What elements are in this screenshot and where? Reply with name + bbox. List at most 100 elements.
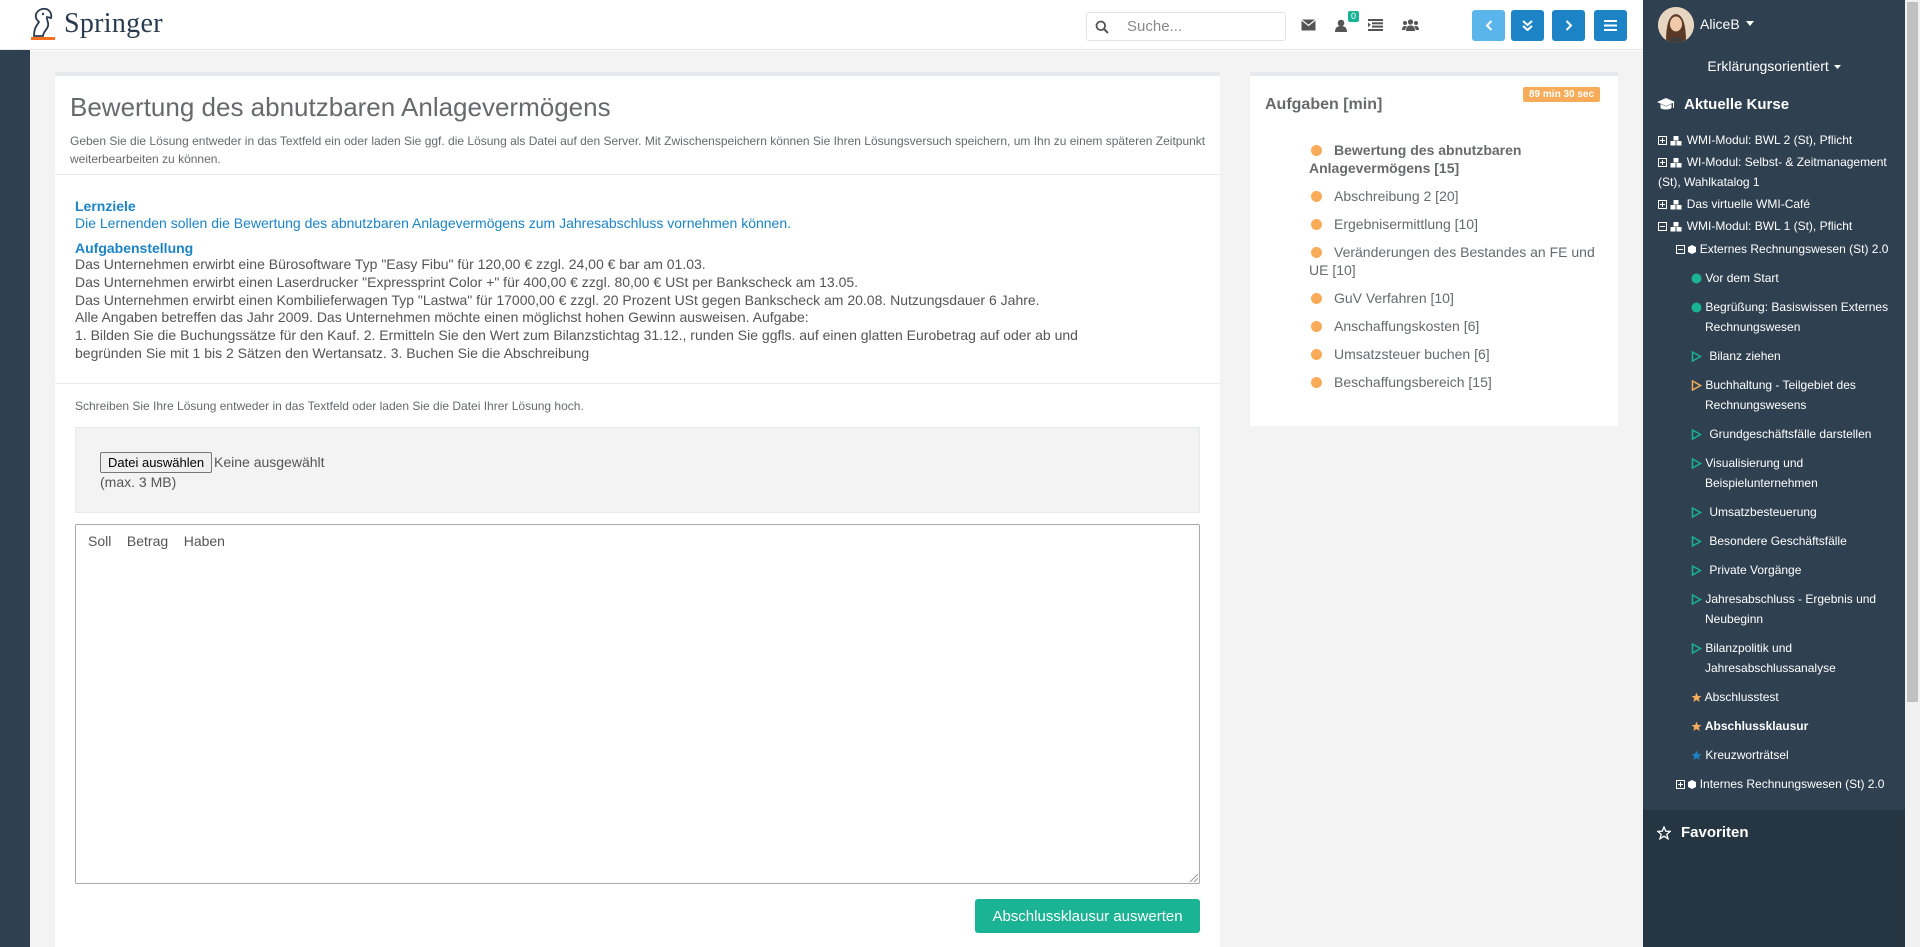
task-item[interactable]: Veränderungen des Bestandes an FE und UE… [1309, 243, 1599, 279]
current-courses-heading: Aktuelle Kurse [1657, 96, 1789, 113]
list-indent-icon[interactable] [1364, 15, 1386, 35]
menu-button[interactable] [1594, 10, 1627, 41]
lesson-label: Beispielunternehmen [1705, 476, 1818, 490]
choose-file-button[interactable]: Datei auswählen [100, 452, 213, 473]
top-header: Springer 0 [0, 0, 1643, 50]
lesson-besondere-geschaeftsfaelle[interactable]: Besondere Geschäftsfälle [1691, 531, 1847, 551]
lesson-label: Buchhaltung - Teilgebiet des [1705, 378, 1856, 392]
task-item[interactable]: Anschaffungskosten [6] [1309, 317, 1599, 335]
play-icon [1691, 380, 1702, 392]
task-item-label: Veränderungen des Bestandes an FE und UE… [1309, 244, 1595, 278]
chevron-left-icon [1485, 20, 1492, 31]
lesson-visualisierung[interactable]: Visualisierung und [1691, 453, 1803, 473]
task-item-label: Beschaffungsbereich [15] [1334, 374, 1492, 390]
play-icon [1691, 507, 1702, 519]
status-dot-icon [1311, 219, 1322, 230]
task-item[interactable]: Umsatzsteuer buchen [6] [1309, 345, 1599, 363]
cubes-icon [1670, 199, 1682, 210]
lesson-label: Besondere Geschäftsfälle [1709, 534, 1847, 548]
play-icon [1691, 458, 1702, 470]
task-item[interactable]: Beschaffungsbereich [15] [1309, 373, 1599, 391]
lesson-abschlusstest[interactable]: Abschlusstest [1691, 687, 1779, 707]
lesson-label: Kreuzworträtsel [1705, 748, 1789, 762]
lesson-abschlussklausur[interactable]: Abschlussklausur [1691, 716, 1808, 736]
search-input[interactable] [1127, 18, 1277, 35]
notifications-icon[interactable]: 0 [1331, 11, 1359, 35]
tree-label: WMI-Modul: BWL 2 (St), Pflicht [1686, 133, 1853, 147]
lesson-label: Visualisierung und [1705, 456, 1804, 470]
right-sidebar: AliceB Erklärungsorientiert Aktuelle Kur… [1643, 0, 1905, 947]
file-status: Keine ausgewählt [214, 454, 325, 470]
star-outline-icon [1657, 825, 1671, 840]
previous-button[interactable] [1472, 10, 1505, 41]
left-nav-strip [0, 50, 30, 947]
resize-grip-icon[interactable] [1188, 872, 1198, 882]
tree-course-bwl1[interactable]: WMI-Modul: BWL 1 (St), Pflicht [1658, 216, 1852, 236]
cubes-icon [1670, 221, 1682, 232]
lesson-label: Abschlusstest [1704, 690, 1779, 704]
lesson-label: Grundgeschäftsfälle darstellen [1709, 427, 1872, 441]
expand-plus-icon [1676, 780, 1685, 790]
tree-course-bwl2[interactable]: WMI-Modul: BWL 2 (St), Pflicht [1658, 130, 1852, 150]
star-icon [1691, 750, 1702, 761]
tree-module-externes-rw[interactable]: Externes Rechnungswesen (St) 2.0 [1676, 239, 1888, 259]
lesson-label: Rechnungswesen [1705, 320, 1801, 334]
tasks-title: Aufgaben [min] [1265, 96, 1383, 113]
lesson-begruessung[interactable]: Begrüßung: Basiswissen Externes [1691, 297, 1888, 317]
scrollbar-thumb[interactable] [1907, 2, 1918, 702]
tree-label: Internes Rechnungswesen (St) 2.0 [1699, 777, 1885, 791]
lesson-label: Vor dem Start [1705, 271, 1779, 285]
task-item-label: Umsatzsteuer buchen [6] [1334, 346, 1490, 362]
user-menu[interactable]: AliceB [1643, 0, 1905, 50]
task-item[interactable]: Ergebnisermittlung [10] [1309, 215, 1599, 233]
mode-label: Erklärungsorientiert [1707, 58, 1829, 74]
divider [55, 174, 1220, 175]
cube-icon [1688, 245, 1697, 255]
lesson-begruessung-cont: Rechnungswesen [1705, 317, 1800, 337]
lesson-bilanz-ziehen[interactable]: Bilanz ziehen [1691, 346, 1781, 366]
task-item[interactable]: Abschreibung 2 [20] [1309, 187, 1599, 205]
tree-module-internes-rw[interactable]: Internes Rechnungswesen (St) 2.0 [1676, 774, 1884, 794]
play-icon [1691, 536, 1702, 548]
users-group-icon[interactable] [1399, 15, 1421, 35]
collapse-minus-icon [1676, 245, 1685, 255]
caret-down-icon [1833, 65, 1841, 70]
lesson-label: Private Vorgänge [1709, 563, 1802, 577]
lesson-kreuzwortraetsel[interactable]: Kreuzworträtsel [1691, 745, 1789, 765]
task-intro: Geben Sie die Lösung entweder in das Tex… [70, 134, 1206, 166]
lesson-vor-dem-start[interactable]: Vor dem Start [1691, 268, 1779, 288]
lesson-jahresabschluss[interactable]: Jahresabschluss - Ergebnis und [1691, 589, 1876, 609]
answer-textarea[interactable] [75, 524, 1200, 884]
mode-dropdown[interactable]: Erklärungsorientiert [1643, 58, 1905, 74]
task-item[interactable]: GuV Verfahren [10] [1309, 289, 1599, 307]
page-scrollbar[interactable] [1905, 0, 1920, 947]
lesson-label: Bilanzpolitik und [1705, 641, 1793, 655]
task-item[interactable]: Bewertung des abnutzbaren Anlagevermögen… [1309, 141, 1599, 177]
lesson-bilanzpolitik[interactable]: Bilanzpolitik und [1691, 638, 1792, 658]
current-courses-label: Aktuelle Kurse [1684, 96, 1790, 113]
envelope-icon[interactable] [1297, 15, 1319, 35]
aufgabenstellung-text: Das Unternehmen erwirbt eine Bürosoftwar… [75, 256, 1205, 363]
play-icon [1691, 565, 1702, 577]
tree-course-zeitmanagement[interactable]: WI-Modul: Selbst- & Zeitmanagement [1658, 152, 1887, 172]
collapse-minus-icon [1658, 222, 1667, 232]
knight-logo-icon [31, 7, 55, 40]
lesson-buchhaltung[interactable]: Buchhaltung - Teilgebiet des [1691, 375, 1856, 395]
task-item-label: Anschaffungskosten [6] [1334, 318, 1480, 334]
lesson-grundgeschaeftsfaelle[interactable]: Grundgeschäftsfälle darstellen [1691, 424, 1871, 444]
tree-course-wmi-cafe[interactable]: Das virtuelle WMI-Café [1658, 194, 1810, 214]
lernziele-text: Die Lernenden sollen die Bewertung des a… [75, 215, 792, 231]
lesson-umsatzbesteuerung[interactable]: Umsatzbesteuerung [1691, 502, 1817, 522]
favorites-label: Favoriten [1681, 824, 1749, 841]
favorites-heading[interactable]: Favoriten [1657, 824, 1749, 841]
expand-down-button[interactable] [1511, 10, 1544, 41]
file-size-limit: (max. 3 MB) [100, 474, 177, 490]
springer-logo[interactable]: Springer [28, 5, 163, 43]
user-name: AliceB [1700, 16, 1740, 32]
lesson-private-vorgaenge[interactable]: Private Vorgänge [1691, 560, 1801, 580]
task-item-label: GuV Verfahren [10] [1334, 290, 1454, 306]
submit-exam-button[interactable]: Abschlussklausur auswerten [975, 899, 1200, 933]
status-dot-icon [1311, 145, 1322, 156]
search-icon[interactable] [1087, 20, 1117, 34]
next-button[interactable] [1552, 10, 1585, 41]
